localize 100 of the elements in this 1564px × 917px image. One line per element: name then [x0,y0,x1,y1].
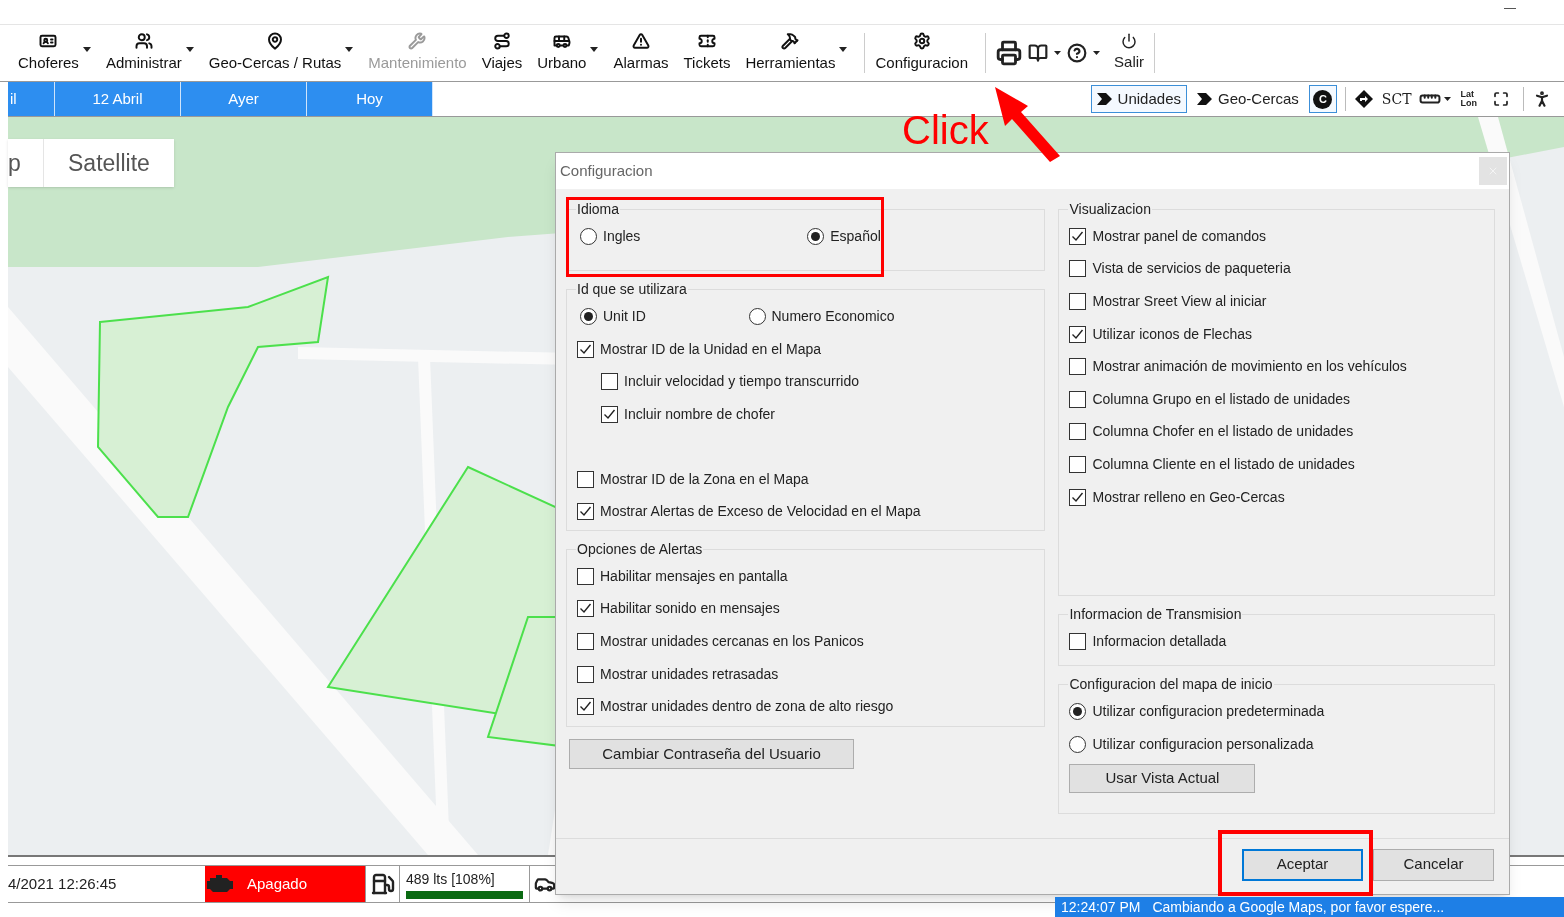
option-label: Mostrar animación de movimiento en los vehículos [1092,357,1407,377]
checkbox[interactable] [1069,455,1087,473]
option-label: Mostrar unidades dentro de zona de alto riesgo [600,697,894,717]
warning-icon [631,31,650,50]
status-time: 12:24:07 PM [1061,897,1141,917]
radio-button[interactable] [807,228,825,245]
checkbox[interactable] [577,567,594,585]
minimize-icon[interactable] [1504,8,1516,10]
fullscreen-icon[interactable] [1493,91,1509,107]
users-icon [134,31,153,50]
checkbox[interactable] [601,373,618,391]
engine-icon [205,873,235,895]
radio-button[interactable] [748,308,766,325]
caret-icon[interactable] [1093,51,1101,55]
option-label: Habilitar sonido en mensajes [600,599,780,619]
timestamp: 4/2021 12:26:45 [8,873,118,894]
radio-button[interactable] [1069,703,1087,720]
exit-button[interactable]: Salir [1104,25,1155,81]
sct-button[interactable]: SCT [1377,88,1416,110]
hammer-icon [781,31,800,50]
group-title: Id que se utilizara [576,280,688,299]
checkbox[interactable] [601,406,618,423]
printer-icon[interactable] [996,40,1023,66]
settings-icon [912,31,931,50]
map-type-tab[interactable]: Satellite [44,139,174,187]
wrench-icon [408,31,427,50]
map-type-tab[interactable]: p [8,139,44,187]
checkbox[interactable] [577,503,594,521]
chevron-icon[interactable] [1197,93,1212,105]
toolbar-button[interactable]: Choferes [14,25,95,81]
option-label: Utilizar configuracion personalizada [1092,735,1314,754]
checkbox[interactable] [1069,423,1087,441]
toolbar-button[interactable]: Herramientas [741,25,852,81]
group-title: Configuracion del mapa de inicio [1068,675,1274,694]
checkbox[interactable] [1069,358,1087,376]
toolbar-button[interactable]: Alarmas [609,25,673,81]
power-icon[interactable] [1121,32,1138,49]
checkbox[interactable] [1069,227,1087,245]
option-label: Habilitar mensajes en pantalla [600,566,788,586]
caret-icon[interactable] [1443,97,1451,101]
checkbox[interactable] [577,698,594,716]
checkbox[interactable] [1069,632,1087,650]
option-label: Utilizar configuracion predeterminada [1092,702,1325,721]
caret-icon[interactable] [185,47,194,52]
checkbox[interactable] [1069,293,1087,310]
toolbar-button[interactable]: Urbano [533,25,603,81]
checkbox[interactable] [577,600,594,618]
checkbox[interactable] [1069,260,1087,278]
toolbar-button[interactable]: Configuracion [871,25,973,81]
checkbox[interactable] [577,633,594,650]
group-title: Opciones de Alertas [576,540,704,559]
help-icon[interactable] [1067,43,1088,63]
checkbox[interactable] [577,340,594,358]
caret-icon[interactable] [590,47,599,52]
group-title: Visualizacion [1068,200,1152,219]
fuel-icon [370,872,395,896]
checkbox[interactable] [1069,325,1087,343]
caret-icon[interactable] [839,47,848,52]
option-label: Mostrar unidades cercanas en los Panicos [600,632,864,651]
radio-button[interactable] [580,308,597,325]
checkbox[interactable] [577,470,594,488]
option-label: Informacion detallada [1092,631,1227,651]
radio-button[interactable] [580,228,597,245]
dialog-button[interactable]: Aceptar [1242,848,1363,881]
lat-lon-button[interactable]: Lat Lon [1454,90,1483,108]
chevron-icon[interactable] [1096,93,1112,105]
route-icon [492,31,511,50]
dialog-title: Configuracion [560,160,653,181]
toolbar-button[interactable]: Tickets [679,25,735,81]
engine-status: Apagado [205,866,365,902]
option-label: Incluir nombre de chofer [624,405,775,424]
toolbar-button[interactable]: Viajes [477,25,527,81]
option-label: Ingles [603,227,641,246]
option-label: Mostrar ID de la Zona en el Mapa [600,469,809,489]
layer-toggle[interactable]: Geo-Cercas [1191,85,1305,113]
checkbox[interactable] [577,665,594,683]
change-password-button[interactable]: Cambiar Contraseña del Usuario [569,739,854,769]
caret-icon[interactable] [345,47,354,52]
option-label: Numero Economico [771,307,895,326]
use-current-view-button[interactable]: Usar Vista Actual [1069,764,1256,793]
dialog-button[interactable]: Cancelar [1373,848,1494,881]
book-icon[interactable] [1028,43,1049,63]
badge-toggle[interactable]: C [1308,85,1337,113]
option-label: Unit ID [603,307,646,326]
toolbar-button[interactable]: Geo-Cercas / Rutas [204,25,358,81]
fuel-reading: 489 lts [108%] [406,870,496,889]
status-message: Cambiando a Google Maps, por favor espere... [1152,897,1445,917]
option-label: Columna Cliente en el listado de unidades [1092,454,1355,474]
checkbox[interactable] [1069,488,1087,506]
caret-icon[interactable] [1054,51,1062,55]
toolbar-button[interactable]: Administrar [101,25,198,81]
radio-button[interactable] [1069,736,1087,753]
option-label: Incluir velocidad y tiempo transcurrido [624,372,859,392]
layer-toggle[interactable]: Unidades [1090,85,1187,113]
direction-sign-icon[interactable] [1353,89,1374,109]
checkbox[interactable] [1069,390,1087,408]
option-label: Vista de servicios de paqueteria [1092,259,1291,279]
caret-icon[interactable] [82,47,91,52]
option-label: Utilizar iconos de Flechas [1092,324,1252,344]
option-label: Mostrar panel de comandos [1092,226,1266,246]
